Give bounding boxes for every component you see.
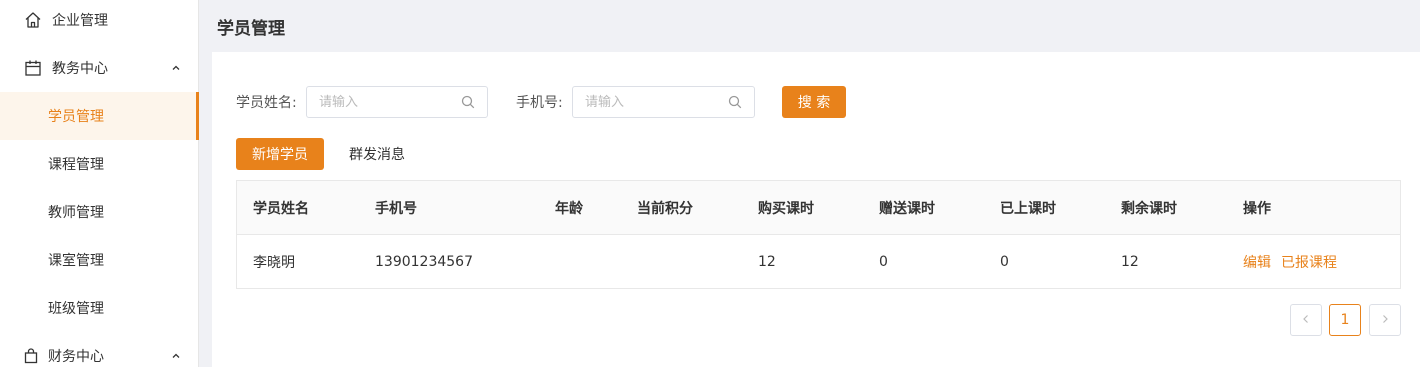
sidebar-item-label: 企业管理 — [52, 13, 108, 29]
column-header: 赠送课时 — [879, 200, 935, 217]
page-header: 学员管理 — [199, 0, 1420, 52]
sidebar-item-classes[interactable]: 班级管理 — [0, 284, 198, 332]
edit-link[interactable]: 编辑 — [1243, 255, 1271, 271]
column-header: 已上课时 — [1000, 200, 1056, 217]
home-icon — [24, 11, 42, 29]
chevron-up-icon — [170, 62, 182, 74]
page-title: 学员管理 — [217, 18, 285, 39]
search-bar: 学员姓名: 手机号: 搜 索 — [236, 86, 846, 118]
column-header: 年龄 — [555, 200, 583, 217]
sidebar-item-label: 学员管理 — [48, 109, 104, 125]
main-content: 学员姓名: 手机号: 搜 索 新增学员 群发消息 学员姓名 手机号 年龄 当前积… — [212, 52, 1420, 367]
search-button[interactable]: 搜 索 — [782, 86, 846, 118]
page-button[interactable]: 1 — [1329, 304, 1361, 336]
phone-field[interactable] — [572, 86, 755, 118]
search-icon — [461, 95, 475, 109]
sidebar-item-label: 教师管理 — [48, 205, 104, 221]
sidebar-group-finance[interactable]: 财务中心 — [0, 332, 198, 367]
table-header-row: 学员姓名 手机号 年龄 当前积分 购买课时 赠送课时 已上课时 剩余课时 操作 — [237, 181, 1400, 235]
next-page-button[interactable] — [1369, 304, 1401, 336]
column-header: 购买课时 — [758, 200, 814, 217]
sidebar-item-courses[interactable]: 课程管理 — [0, 140, 198, 188]
student-name-label: 学员姓名: — [236, 95, 297, 111]
chevron-up-icon — [170, 350, 182, 362]
sidebar-item-students[interactable]: 学员管理 — [0, 92, 199, 140]
student-name-input[interactable] — [307, 87, 487, 117]
gifted-hours-cell: 0 — [879, 253, 888, 270]
student-name-field[interactable] — [306, 86, 488, 118]
phone-label: 手机号: — [516, 95, 563, 111]
sidebar-item-label: 课程管理 — [48, 157, 104, 173]
broadcast-message-button[interactable]: 群发消息 — [349, 138, 405, 170]
add-student-button[interactable]: 新增学员 — [236, 138, 324, 170]
phone-input[interactable] — [573, 87, 754, 117]
operations-cell: 编辑 已报课程 — [1227, 252, 1377, 272]
sidebar-item-enterprise[interactable]: 企业管理 — [0, 0, 198, 44]
remaining-hours-cell: 12 — [1121, 253, 1139, 270]
table-row: 李晓明 13901234567 12 0 0 12 编辑 已报课程 — [237, 235, 1400, 288]
students-table: 学员姓名 手机号 年龄 当前积分 购买课时 赠送课时 已上课时 剩余课时 操作 … — [236, 180, 1401, 289]
purchased-hours-cell: 12 — [758, 253, 776, 270]
sidebar-group-label: 教务中心 — [52, 61, 108, 77]
sidebar-item-teachers[interactable]: 教师管理 — [0, 188, 198, 236]
attended-hours-cell: 0 — [1000, 253, 1009, 270]
column-header: 学员姓名 — [253, 200, 309, 217]
sidebar: 企业管理 教务中心 学员管理 课程管理 教师管理 课室管理 班级管理 财务中心 — [0, 0, 199, 367]
enrolled-courses-link[interactable]: 已报课程 — [1281, 255, 1337, 271]
sidebar-group-label: 财务中心 — [48, 349, 104, 365]
bag-icon — [24, 347, 38, 365]
prev-page-button[interactable] — [1290, 304, 1322, 336]
action-bar: 新增学员 群发消息 — [236, 138, 405, 170]
sidebar-item-label: 班级管理 — [48, 301, 104, 317]
search-icon — [728, 95, 742, 109]
student-name-cell: 李晓明 — [253, 254, 295, 271]
pagination: 1 — [1290, 304, 1401, 336]
column-header: 剩余课时 — [1121, 200, 1177, 217]
column-header: 当前积分 — [637, 200, 693, 217]
phone-cell: 13901234567 — [375, 253, 473, 270]
column-header: 操作 — [1243, 200, 1271, 217]
calendar-icon — [24, 59, 42, 77]
sidebar-item-classrooms[interactable]: 课室管理 — [0, 236, 198, 284]
chevron-left-icon — [1301, 312, 1311, 328]
column-header: 手机号 — [375, 200, 417, 217]
sidebar-group-academic[interactable]: 教务中心 — [0, 44, 198, 92]
sidebar-item-label: 课室管理 — [48, 253, 104, 269]
chevron-right-icon — [1380, 312, 1390, 328]
